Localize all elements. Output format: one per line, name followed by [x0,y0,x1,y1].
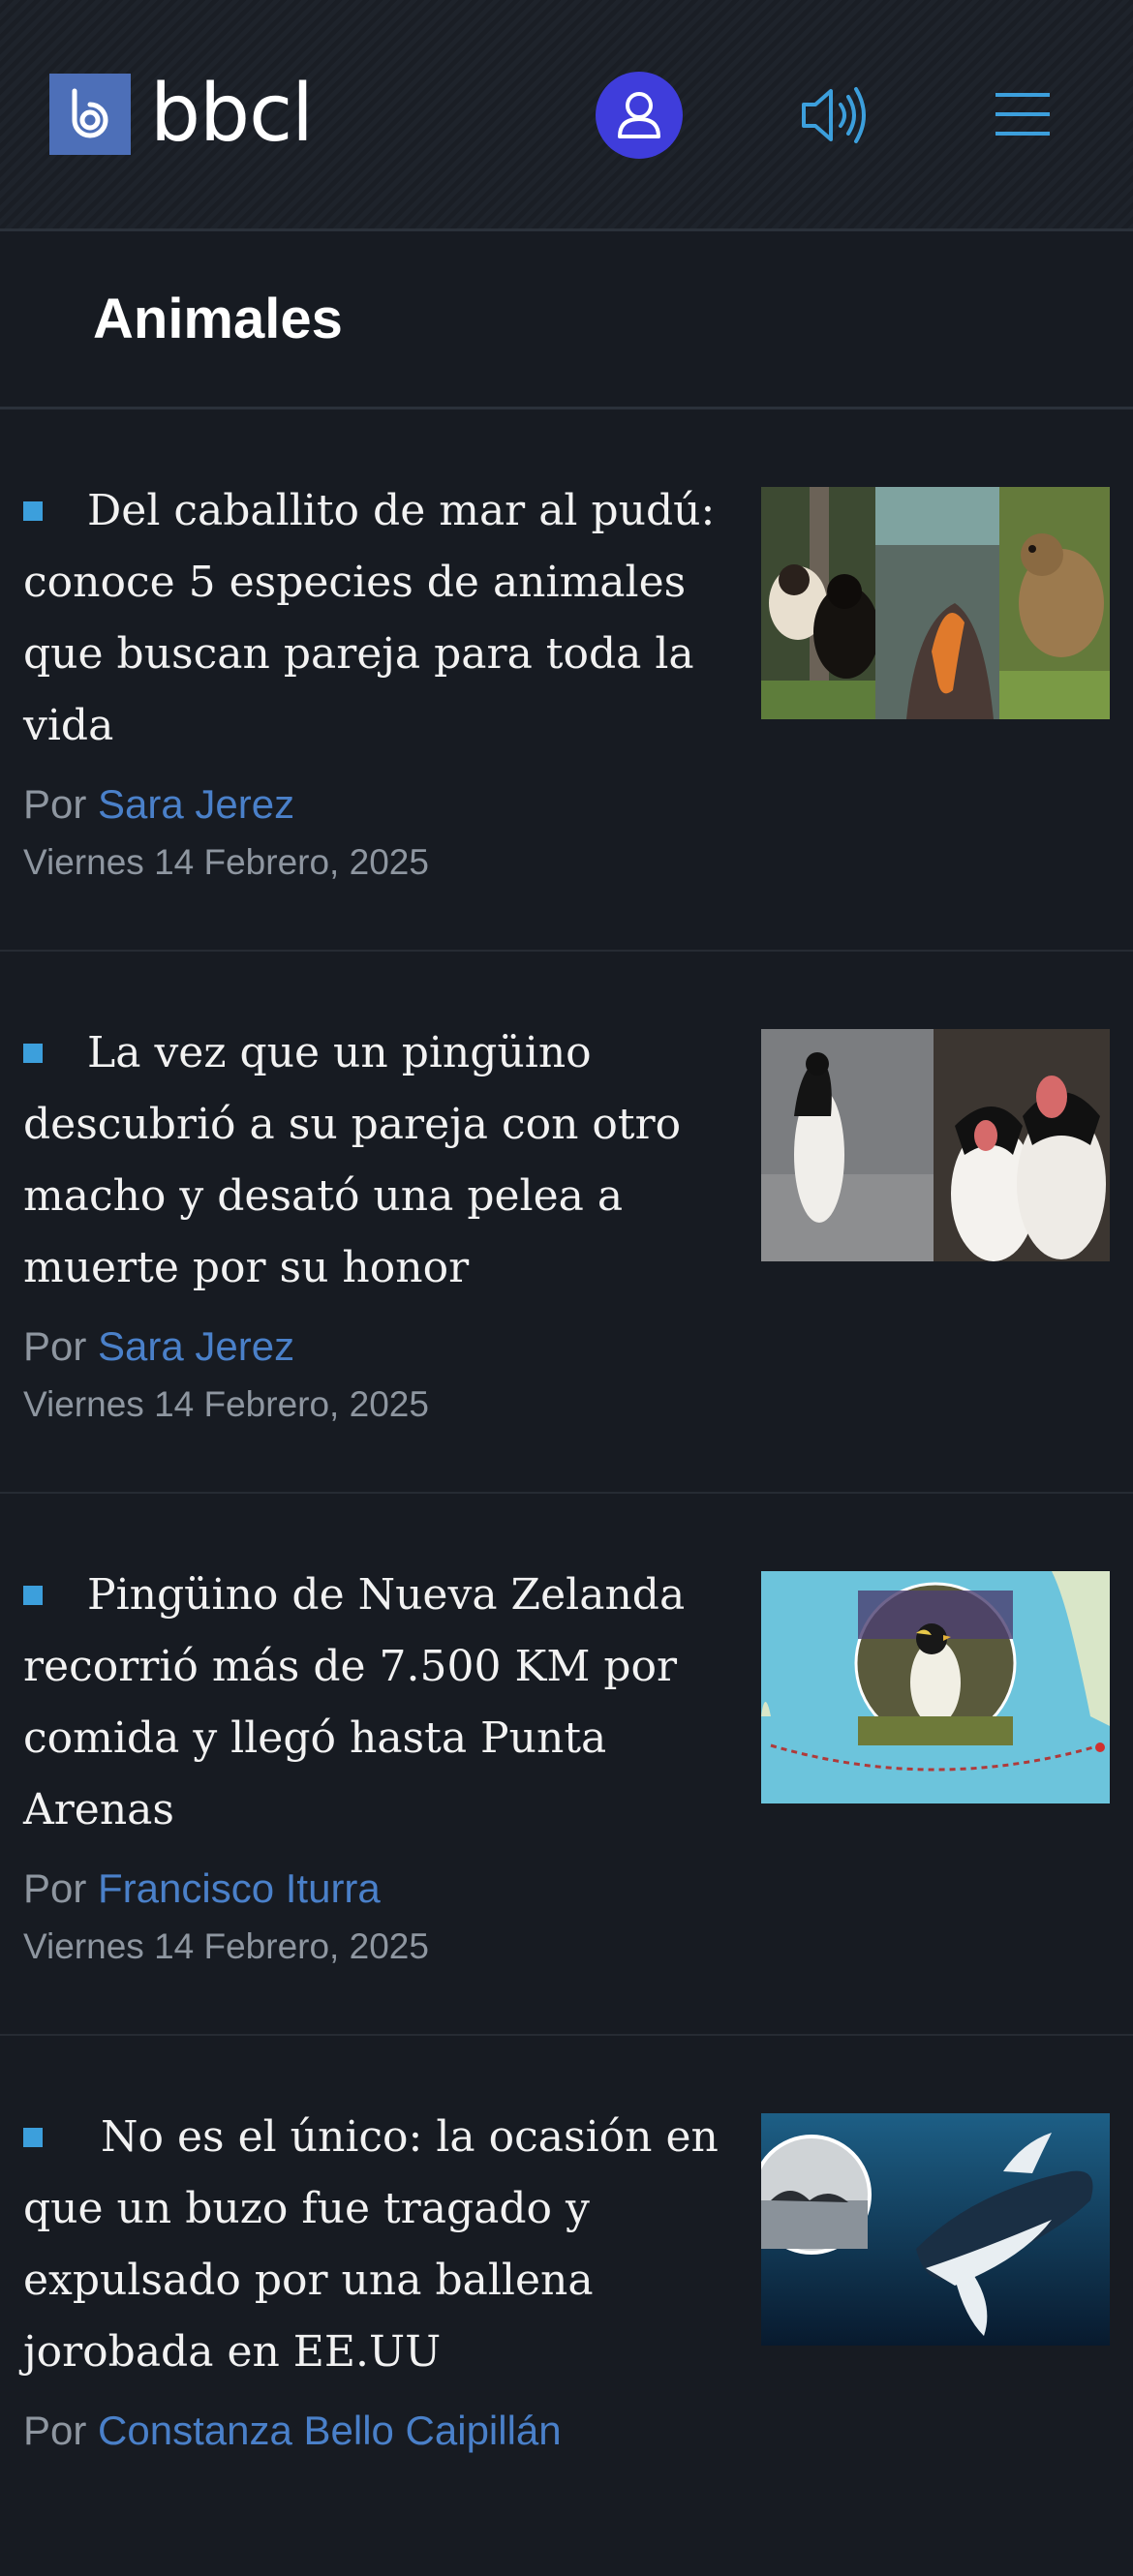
article-thumbnail[interactable] [761,1571,1110,1803]
logo-text: bbcl [150,68,314,160]
article-item[interactable]: Del caballito de mar al pudú: conoce 5 e… [0,409,1133,952]
article-headline[interactable]: Del caballito de mar al pudú: conoce 5 e… [23,475,720,762]
bullet-marker [23,1044,43,1063]
article-item[interactable]: La vez que un pingüino descubrió a su pa… [0,952,1133,1494]
article-thumbnail[interactable] [761,1029,1110,1261]
byline-prefix: Por [23,2408,87,2453]
audio-button[interactable] [800,81,873,149]
article-headline-text[interactable]: Del caballito de mar al pudú: conoce 5 e… [23,486,715,750]
article-thumbnail[interactable] [761,487,1110,719]
article-item[interactable]: Pingüino de Nueva Zelanda recorrió más d… [0,1494,1133,2036]
article-byline: Por Sara Jerez [23,773,720,835]
section-title: Animales [93,288,343,350]
article-byline: Por Francisco Iturra [23,1858,720,1920]
byline-prefix: Por [23,781,87,827]
article-byline: Por Constanza Bello Caipillán [23,2400,720,2462]
article-date: Viernes 14 Febrero, 2025 [23,842,429,882]
bullet-marker [23,1586,43,1605]
user-icon [618,92,660,138]
author-link[interactable]: Francisco Iturra [98,1865,381,1911]
article-date: Viernes 14 Febrero, 2025 [23,1384,429,1424]
hamburger-menu-icon [995,93,1050,136]
author-link[interactable]: Sara Jerez [98,781,294,827]
article-item[interactable]: No es el único: la ocasión en que un buz… [0,2036,1133,2576]
article-headline[interactable]: Pingüino de Nueva Zelanda recorrió más d… [23,1560,720,1846]
section-header: Animales [0,231,1133,409]
user-account-button[interactable] [596,72,683,159]
site-header: bbcl [0,0,1133,231]
site-logo[interactable]: bbcl [49,68,314,160]
article-thumbnail[interactable] [761,2113,1110,2346]
article-headline[interactable]: No es el único: la ocasión en que un buz… [23,2102,720,2388]
byline-prefix: Por [23,1865,87,1911]
menu-button[interactable] [994,87,1052,141]
article-headline[interactable]: La vez que un pingüino descubrió a su pa… [23,1017,720,1304]
article-byline: Por Sara Jerez [23,1316,720,1378]
article-date: Viernes 14 Febrero, 2025 [23,1926,429,1966]
logo-mark-icon [49,74,131,155]
author-link[interactable]: Constanza Bello Caipillán [98,2408,562,2453]
bullet-marker [23,2128,43,2147]
article-headline-text[interactable]: No es el único: la ocasión en que un buz… [23,2112,719,2377]
bullet-marker [23,501,43,521]
author-link[interactable]: Sara Jerez [98,1323,294,1369]
article-headline-text[interactable]: La vez que un pingüino descubrió a su pa… [23,1028,681,1292]
speaker-icon [802,87,866,143]
article-headline-text[interactable]: Pingüino de Nueva Zelanda recorrió más d… [23,1570,685,1834]
byline-prefix: Por [23,1323,87,1369]
